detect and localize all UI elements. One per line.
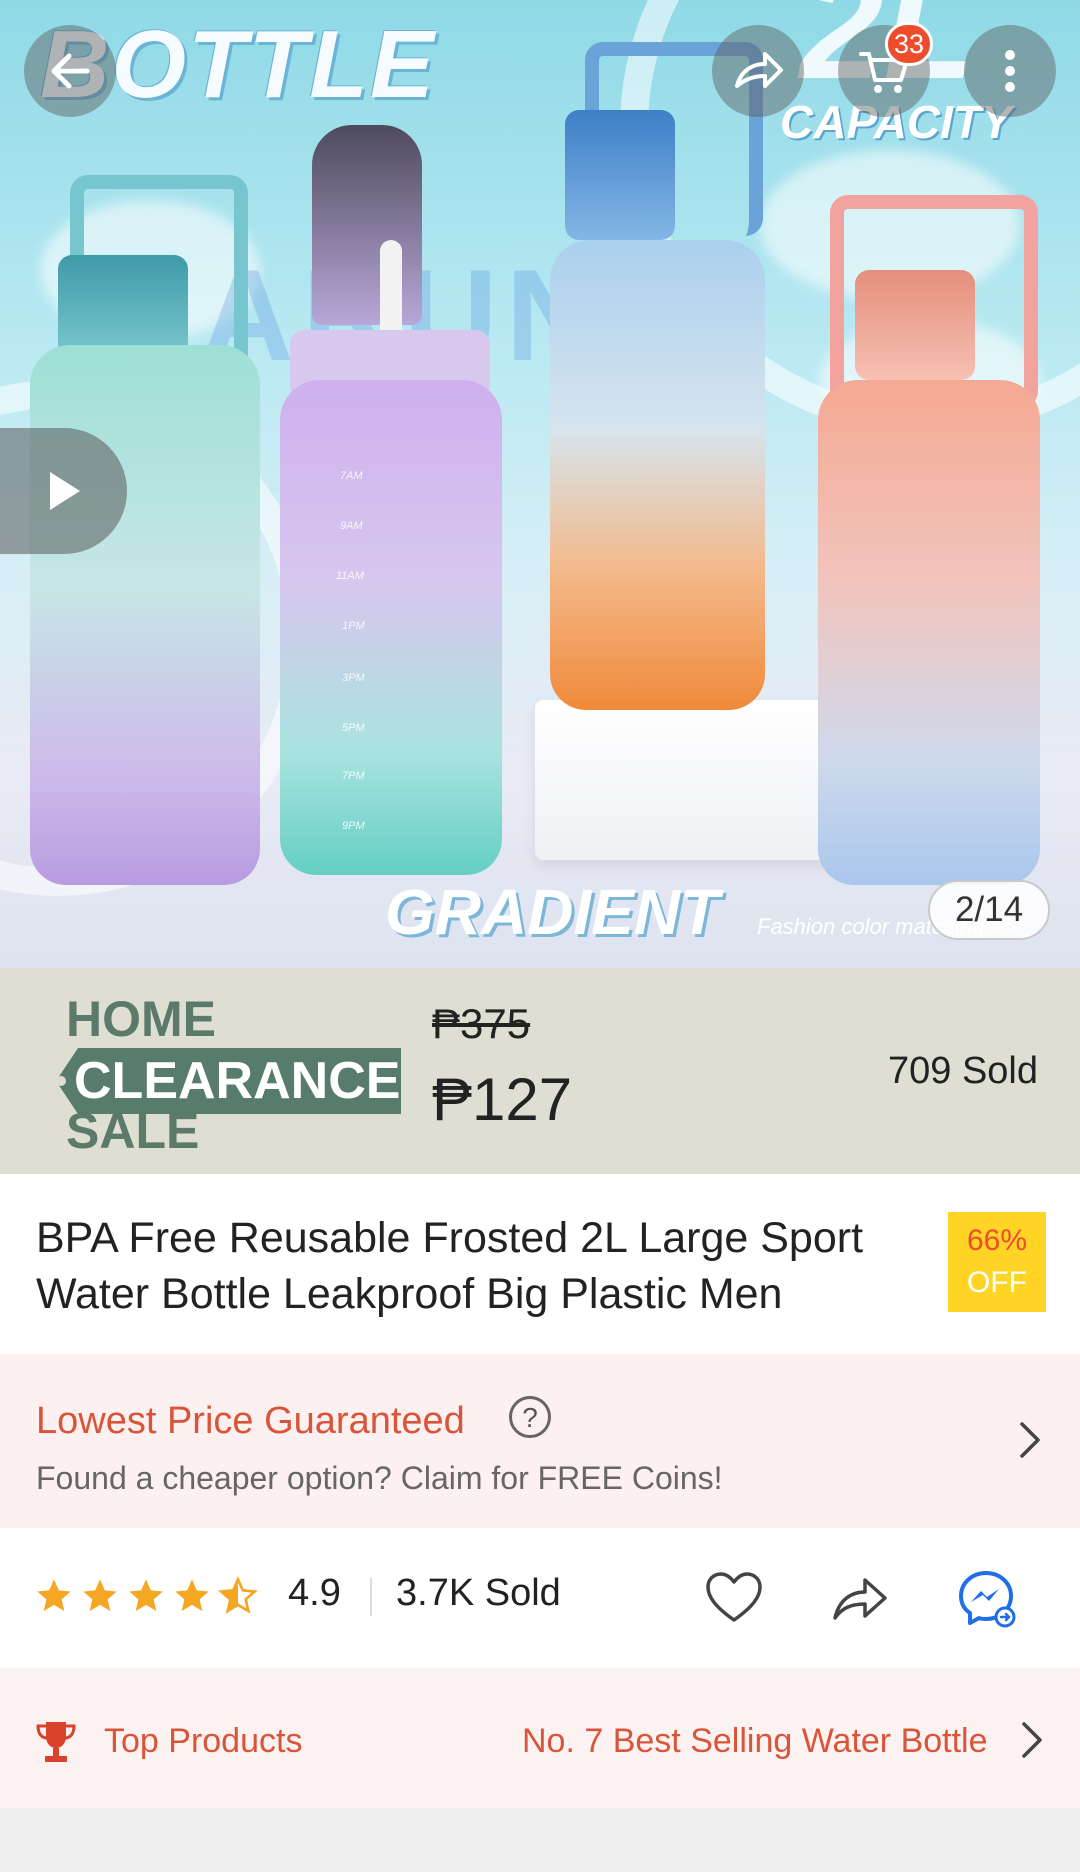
top-products-label: Top Products: [104, 1722, 303, 1760]
best-selling-rank: No. 7 Best Selling Water Bottle: [522, 1722, 988, 1760]
rating-stars[interactable]: [34, 1576, 258, 1616]
campaign-line3: SALE: [66, 1103, 200, 1159]
share-arrow-icon: [833, 1578, 887, 1620]
display-platform: [535, 700, 835, 860]
campaign-line1: HOME: [66, 991, 216, 1047]
product-title: BPA Free Reusable Frosted 2L Large Sport…: [36, 1214, 864, 1318]
hero-tagline: GRADIENT: [385, 876, 720, 948]
guarantee-subtitle: Found a cheaper option? Claim for FREE C…: [36, 1460, 723, 1496]
star-full-icon: [37, 1579, 71, 1611]
discount-percent: 66%: [966, 1224, 1028, 1257]
star-full-icon: [129, 1579, 163, 1611]
image-counter: 2/14: [928, 880, 1050, 940]
bottle-time-mark: 1PM: [342, 620, 365, 632]
star-full-icon: [175, 1579, 209, 1611]
chevron-right-icon: [1020, 1422, 1040, 1458]
back-button[interactable]: [24, 25, 116, 117]
campaign-badge[interactable]: HOME CLEARANCE SALE: [38, 968, 408, 1174]
original-price: ₱375: [432, 1000, 531, 1047]
rating-row: 4.9 3.7K Sold: [0, 1528, 1080, 1668]
play-video-button[interactable]: [0, 428, 127, 554]
bottle-time-mark: 11AM: [336, 570, 364, 582]
tag-hole: [56, 1076, 66, 1086]
play-icon: [49, 472, 80, 510]
bottle-time-mark: 9PM: [342, 820, 365, 832]
trophy-icon: [36, 1722, 76, 1762]
current-price: ₱127: [432, 1066, 573, 1133]
star-half-icon: [218, 1576, 258, 1614]
share-product-button[interactable]: [828, 1566, 892, 1630]
heart-icon: [706, 1572, 762, 1622]
product-title-section: BPA Free Reusable Frosted 2L Large Sport…: [0, 1174, 1080, 1354]
discount-badge: 66% OFF: [948, 1212, 1046, 1312]
more-vertical-icon: [1005, 50, 1015, 92]
bottle-time-mark: 3PM: [342, 672, 365, 684]
discount-off-label: OFF: [967, 1266, 1027, 1299]
like-button[interactable]: [702, 1566, 766, 1630]
bottle-time-mark: 7AM: [340, 470, 363, 482]
messenger-icon: [959, 1571, 1016, 1628]
chevron-right-icon: [1022, 1722, 1042, 1758]
more-options-button[interactable]: [964, 25, 1056, 117]
arrow-left-icon: [51, 53, 90, 89]
rating-value: 4.9: [288, 1572, 341, 1614]
bottle-time-mark: 9AM: [340, 520, 363, 532]
total-sold: 3.7K Sold: [396, 1572, 561, 1614]
share-button[interactable]: [712, 25, 804, 117]
top-products-row[interactable]: Top Products No. 7 Best Selling Water Bo…: [0, 1668, 1080, 1808]
cart-count-badge: 33: [885, 22, 933, 66]
share-arrow-icon: [735, 52, 783, 88]
banner-sold-count: 709 Sold: [887, 1050, 1038, 1092]
divider: [370, 1578, 372, 1616]
bottle-time-mark: 5PM: [342, 722, 365, 734]
messenger-button[interactable]: [954, 1566, 1018, 1630]
bottle-time-mark: 7PM: [342, 770, 365, 782]
star-full-icon: [83, 1579, 117, 1611]
lowest-price-guarantee-row[interactable]: Lowest Price Guaranteed ? Found a cheape…: [0, 1354, 1080, 1528]
guarantee-title: Lowest Price Guaranteed: [36, 1400, 465, 1442]
product-image-carousel[interactable]: BOTTLE 2L CAPACITY ARUN 7AM 9AM 11AM 1PM…: [0, 0, 1080, 968]
bottom-strip: [0, 1808, 1080, 1872]
help-icon[interactable]: ?: [509, 1396, 551, 1438]
